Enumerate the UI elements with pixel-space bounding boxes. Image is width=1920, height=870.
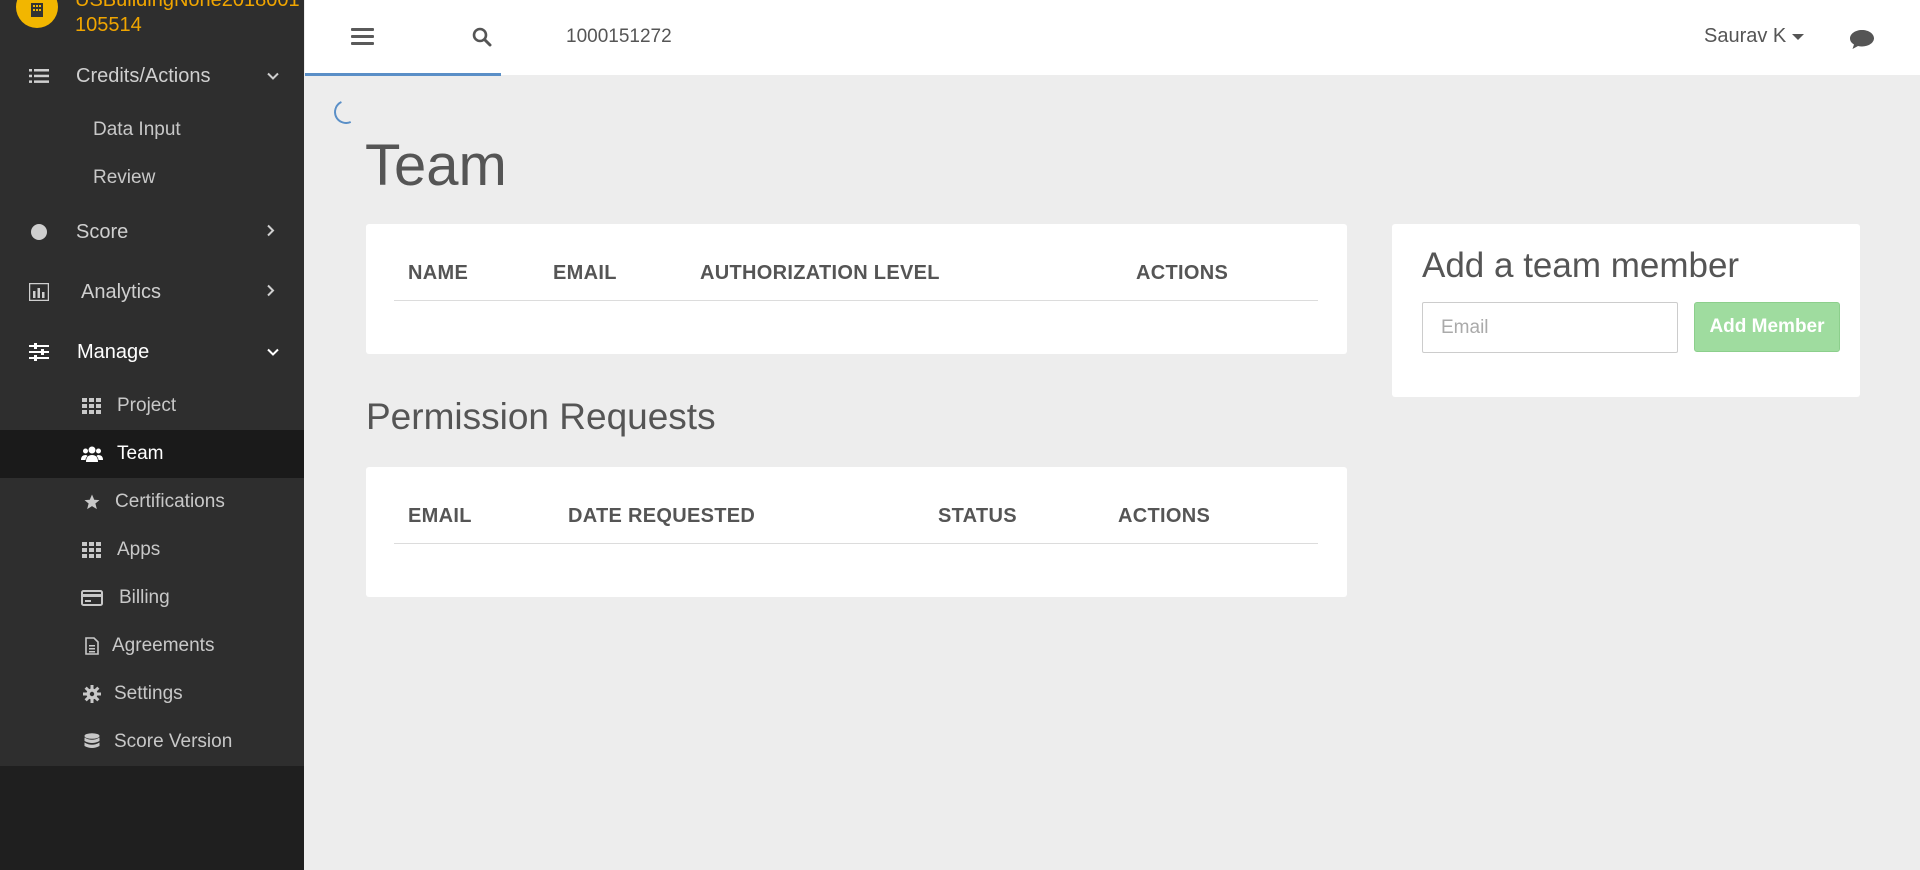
- loading-progress-bar: [305, 73, 501, 76]
- column-header[interactable]: NAME: [408, 262, 468, 285]
- chevron-down-icon: [266, 65, 280, 88]
- chevron-down-icon: [266, 341, 280, 364]
- email-field[interactable]: [1422, 302, 1678, 353]
- document-icon: [81, 636, 103, 656]
- project-name-line2: 105514: [75, 14, 142, 36]
- team-table: NAME EMAIL AUTHORIZATION LEVEL ACTIONS: [366, 224, 1347, 354]
- chevron-right-icon: [266, 281, 276, 304]
- chat-icon[interactable]: [1848, 28, 1876, 57]
- column-header: ACTIONS: [1118, 505, 1211, 527]
- column-header[interactable]: DATE REQUESTED: [568, 505, 755, 528]
- user-menu[interactable]: Saurav K: [1704, 25, 1805, 48]
- grid-icon: [81, 540, 103, 560]
- permission-requests-table: EMAIL DATE REQUESTED STATUS ACTIONS: [366, 467, 1347, 597]
- sidebar-item-score-version[interactable]: Score Version: [0, 718, 304, 766]
- loading-spinner: [330, 96, 362, 128]
- add-member-button[interactable]: Add Member: [1694, 302, 1840, 352]
- project-name: USBuildingNone2018001 105514: [75, 0, 300, 38]
- sidebar-item-label: Credits/Actions: [76, 64, 211, 87]
- bar-chart-icon: [28, 281, 50, 303]
- sidebar-item-label: Apps: [117, 539, 161, 560]
- sidebar-panel: USBuildingNone2018001 105514 Credits/Act…: [0, 0, 304, 766]
- database-icon: [81, 732, 103, 752]
- sidebar-item-label: Manage: [77, 340, 150, 363]
- add-team-member-card: Add a team member Add Member: [1392, 224, 1860, 397]
- table-divider: [394, 300, 1318, 301]
- sidebar-item-label: Review: [93, 167, 156, 188]
- top-bar: 1000151272 Saurav K: [305, 0, 1920, 76]
- sidebar-item-agreements[interactable]: Agreements: [0, 622, 304, 670]
- sidebar-item-analytics[interactable]: Analytics: [0, 268, 304, 316]
- add-member-title: Add a team member: [1422, 246, 1740, 285]
- building-icon: [16, 0, 58, 28]
- column-header[interactable]: STATUS: [938, 505, 1017, 528]
- sidebar-item-label: Certifications: [115, 491, 225, 512]
- sidebar-item-apps[interactable]: Apps: [0, 526, 304, 574]
- sidebar-item-label: Score: [76, 220, 129, 243]
- circle-icon: [28, 221, 50, 243]
- sliders-icon: [28, 341, 50, 363]
- sidebar-item-label: Settings: [114, 683, 183, 704]
- project-name-line1: USBuildingNone2018001: [75, 0, 300, 11]
- users-icon: [81, 444, 103, 464]
- user-name: Saurav K: [1704, 25, 1787, 47]
- sidebar: USBuildingNone2018001 105514 Credits/Act…: [0, 0, 304, 870]
- grid-icon: [81, 396, 103, 416]
- sidebar-item-certifications[interactable]: Certifications: [0, 478, 304, 526]
- credit-card-icon: [81, 588, 103, 608]
- column-header[interactable]: AUTHORIZATION LEVEL: [700, 262, 940, 285]
- sidebar-item-project[interactable]: Project: [0, 382, 304, 430]
- table-divider: [394, 543, 1318, 544]
- column-header[interactable]: EMAIL: [553, 262, 617, 285]
- sidebar-item-label: Team: [117, 443, 164, 464]
- sidebar-item-team[interactable]: Team: [0, 430, 304, 478]
- search-input[interactable]: 1000151272: [566, 26, 672, 48]
- sidebar-item-review[interactable]: Review: [0, 154, 304, 202]
- column-header: ACTIONS: [1136, 262, 1229, 284]
- sidebar-item-label: Score Version: [114, 731, 233, 752]
- search-icon[interactable]: [472, 27, 492, 52]
- menu-icon[interactable]: [351, 28, 374, 49]
- column-header[interactable]: EMAIL: [408, 505, 472, 528]
- sidebar-item-manage[interactable]: Manage: [0, 328, 304, 376]
- sidebar-item-label: Billing: [119, 587, 170, 608]
- sidebar-item-label: Analytics: [81, 280, 162, 303]
- sidebar-item-score[interactable]: Score: [0, 208, 304, 256]
- caret-down-icon: [1792, 33, 1805, 40]
- permission-requests-title: Permission Requests: [366, 396, 716, 437]
- sidebar-item-label: Data Input: [93, 119, 181, 140]
- sidebar-item-label: Project: [117, 395, 177, 416]
- list-icon: [28, 65, 50, 87]
- chevron-right-icon: [266, 221, 276, 244]
- sidebar-item-billing[interactable]: Billing: [0, 574, 304, 622]
- sidebar-item-settings[interactable]: Settings: [0, 670, 304, 718]
- sidebar-item-label: Agreements: [112, 635, 215, 656]
- sidebar-item-data-input[interactable]: Data Input: [0, 106, 304, 154]
- page-title: Team: [365, 133, 507, 198]
- project-header[interactable]: USBuildingNone2018001 105514: [0, 0, 304, 44]
- sidebar-item-credits-actions[interactable]: Credits/Actions: [0, 52, 304, 100]
- star-icon: [81, 492, 103, 512]
- gear-icon: [81, 684, 103, 704]
